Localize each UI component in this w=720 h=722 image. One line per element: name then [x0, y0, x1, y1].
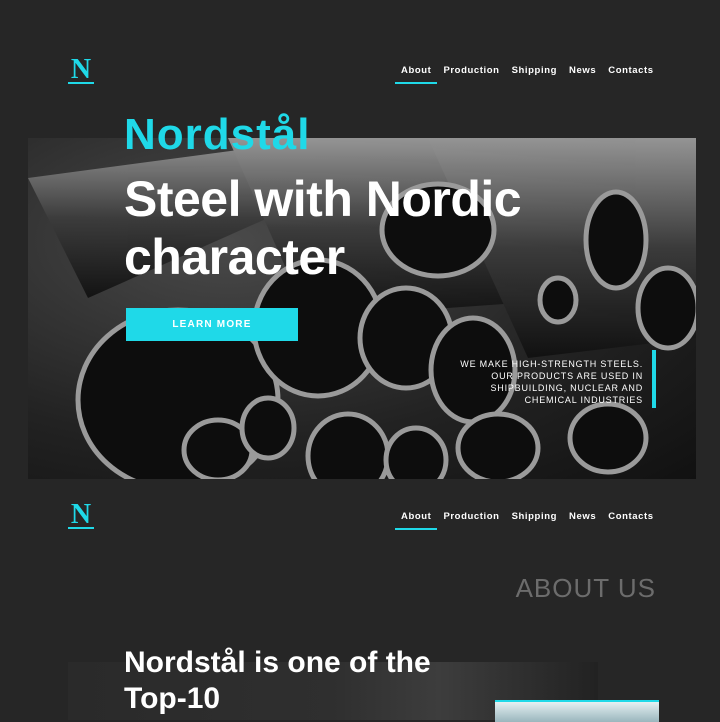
secondary-nav: About Production Shipping News Contacts [395, 510, 660, 530]
logo-secondary[interactable]: N [68, 501, 94, 529]
about-us-heading: ABOUT US [515, 573, 656, 603]
tagline-accent-bar [652, 350, 656, 408]
nav-contacts[interactable]: Contacts [602, 64, 659, 78]
nav-shipping[interactable]: Shipping [506, 64, 563, 78]
nav-contacts-secondary[interactable]: Contacts [602, 510, 659, 524]
nav-news[interactable]: News [563, 64, 602, 78]
main-nav: About Production Shipping News Contacts [395, 64, 660, 84]
nav-news-secondary[interactable]: News [563, 510, 602, 524]
nav-about[interactable]: About [395, 64, 438, 84]
learn-more-button[interactable]: LEARN MORE [126, 308, 298, 341]
nav-shipping-secondary[interactable]: Shipping [506, 510, 563, 524]
about-photo [495, 700, 659, 722]
hero-brand: Nordstål [124, 110, 311, 159]
nav-production-secondary[interactable]: Production [437, 510, 505, 524]
nav-production[interactable]: Production [437, 64, 505, 78]
nav-about-secondary[interactable]: About [395, 510, 438, 530]
hero-tagline: WE MAKE HIGH-STRENGTH STEELS. OUR PRODUC… [460, 359, 643, 405]
about-intro-text: Nordstål is one of the Top-10 [124, 646, 431, 715]
logo[interactable]: N [68, 56, 94, 84]
hero-title: Steel with Nordic character [124, 171, 522, 285]
